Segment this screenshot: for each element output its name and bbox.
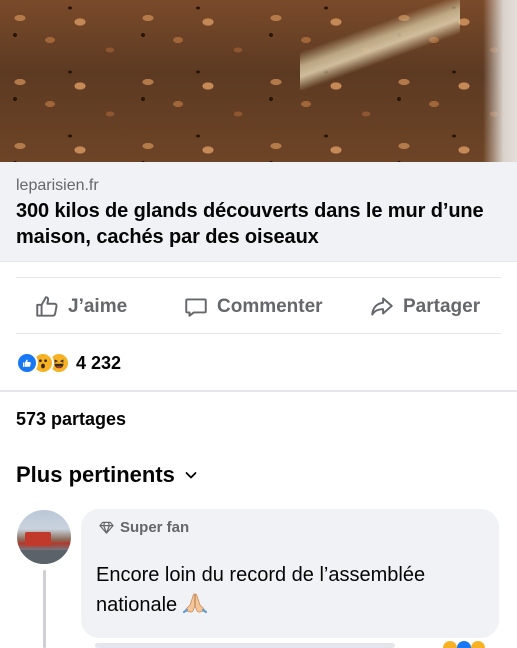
post-action-bar: J’aime Commenter Partager [0, 283, 517, 331]
avatar[interactable] [17, 510, 71, 564]
wow-icon [443, 641, 457, 648]
comment-bubble[interactable]: Super fan Encore loin du record de l’ass… [81, 509, 499, 638]
haha-icon [471, 641, 485, 648]
section-separator [0, 390, 517, 392]
chevron-down-icon [185, 472, 197, 479]
reaction-count: 4 232 [76, 352, 122, 373]
comment-body: Encore loin du record de l’assemblée nat… [96, 564, 426, 616]
link-preview-card[interactable]: leparisien.fr 300 kilos de glands découv… [0, 162, 517, 262]
share-button[interactable]: Partager [369, 293, 480, 321]
link-title: 300 kilos de glands découverts dans le m… [16, 200, 484, 248]
diamond-icon [99, 521, 114, 534]
speech-bubble-icon [185, 298, 207, 317]
thumbs-up-icon [36, 296, 58, 317]
link-preview-image[interactable] [0, 0, 517, 162]
folded-hands-icon [183, 593, 208, 614]
badge-label: Super fan [120, 519, 190, 536]
reply-thread-line [43, 570, 46, 648]
like-label: J’aime [68, 296, 128, 317]
reactions-summary[interactable]: 4 232 [16, 350, 121, 376]
share-label: Partager [403, 296, 481, 317]
sort-label: Plus pertinents [16, 462, 175, 487]
like-icon [457, 641, 471, 648]
like-icon [16, 352, 38, 374]
plant-root-detail [300, 0, 460, 90]
comment-label: Commenter [217, 296, 323, 317]
like-button[interactable]: J’aime [34, 293, 127, 321]
comment-meta-text [95, 643, 395, 648]
comment-button[interactable]: Commenter [183, 293, 323, 321]
share-arrow-icon [371, 297, 393, 316]
divider-top [16, 277, 501, 278]
comment-sort-dropdown[interactable]: Plus pertinents [16, 462, 199, 488]
comment-text: Encore loin du record de l’assemblée nat… [96, 560, 484, 620]
shares-count[interactable]: 573 partages [16, 409, 126, 430]
avatar-bus-detail [25, 532, 51, 546]
link-domain: leparisien.fr [16, 177, 99, 194]
tray-edge [483, 0, 517, 162]
avatar-road-detail [17, 550, 71, 564]
divider-bottom [16, 333, 501, 334]
comment-meta-row [81, 641, 499, 648]
super-fan-badge: Super fan [99, 519, 484, 536]
